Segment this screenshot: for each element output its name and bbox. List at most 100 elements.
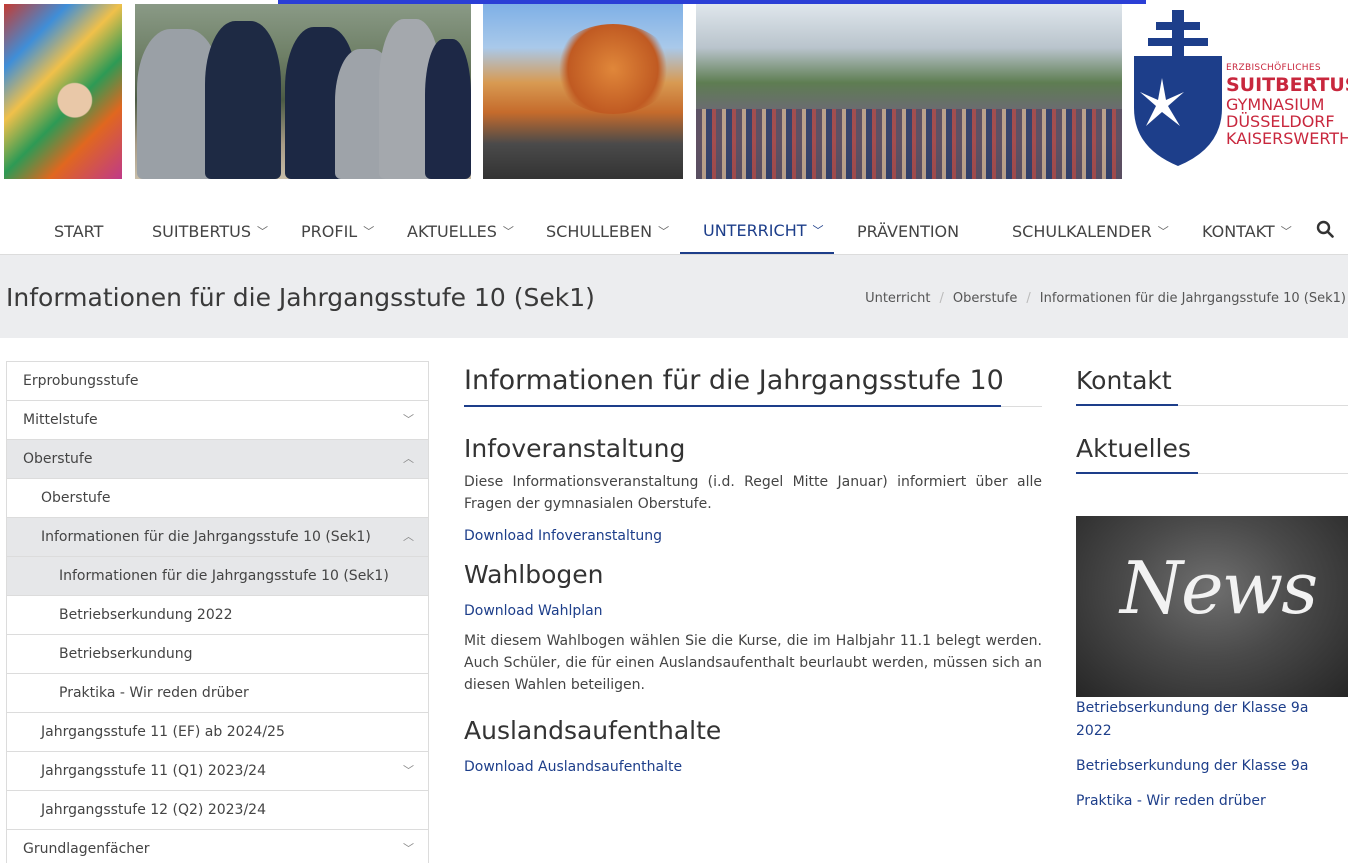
photo-hands-together [4, 4, 122, 179]
sidebar-item-grundlagenfaecher[interactable]: Grundlagenfächer ﹀ [7, 830, 428, 863]
breadcrumb-current: Informationen für die Jahrgangsstufe 10 … [1039, 291, 1346, 306]
logo-line: DÜSSELDORF [1226, 112, 1335, 131]
heading-underline [1076, 404, 1178, 406]
nav-item-kontakt[interactable]: KONTAKT ﹀ [1202, 210, 1292, 254]
section-text-infoveranstaltung: Diese Informationsveranstaltung (i.d. Re… [464, 474, 1042, 512]
chevron-up-icon[interactable]: ︿ [403, 440, 414, 478]
nav-item-unterricht[interactable]: UNTERRICHT ﹀ [680, 210, 834, 254]
student-figure [205, 21, 281, 179]
section-heading-infoveranstaltung: Infoveranstaltung [464, 434, 686, 463]
sidebar-item-praktika[interactable]: Praktika - Wir reden drüber [7, 674, 428, 713]
logo-wordmark: ERZBISCHÖFLICHES SUITBERTUS GYMNASIUM DÜ… [1226, 64, 1348, 148]
sidebar-item-label: Grundlagenfächer [23, 841, 150, 857]
school-logo[interactable]: ERZBISCHÖFLICHES SUITBERTUS GYMNASIUM DÜ… [1132, 8, 1348, 173]
chevron-down-icon: ﹀ [812, 224, 824, 237]
search-icon[interactable] [1316, 220, 1334, 238]
section-text-wahlbogen: Mit diesem Wahlbogen wählen Sie die Kurs… [464, 633, 1042, 693]
student-figure [425, 39, 471, 179]
chevron-down-icon[interactable]: ﹀ [403, 401, 414, 439]
logo-line: ERZBISCHÖFLICHES [1226, 63, 1321, 73]
cross-shield-icon [1134, 10, 1222, 166]
breadcrumb-separator: / [939, 291, 944, 306]
nav-label: SCHULKALENDER [1012, 222, 1152, 241]
sidebar-item-betriebserkundung-2022[interactable]: Betriebserkundung 2022 [7, 596, 428, 635]
nav-label: AKTUELLES [407, 222, 497, 241]
content-heading-text: Informationen für die Jahrgangsstufe 10 [464, 365, 1004, 396]
sidebar-item-jgst12-q2[interactable]: Jahrgangsstufe 12 (Q2) 2023/24 [7, 791, 428, 830]
sidebar-item-oberstufe-sub[interactable]: Oberstufe [7, 479, 428, 518]
sidebar-item-jgst10[interactable]: Informationen für die Jahrgangsstufe 10 … [7, 518, 428, 557]
download-infoveranstaltung-link[interactable]: Download Infoveranstaltung [464, 528, 662, 544]
nav-label: PROFIL [301, 222, 358, 241]
breadcrumb-separator: / [1026, 291, 1031, 306]
section-heading-auslandsaufenthalte: Auslandsaufenthalte [464, 716, 722, 745]
chevron-up-icon[interactable]: ︿ [403, 518, 414, 556]
news-link-praktika[interactable]: Praktika - Wir reden drüber [1076, 790, 1348, 813]
nav-item-suitbertus[interactable]: SUITBERTUS ﹀ [152, 210, 268, 254]
chevron-down-icon: ﹀ [1280, 225, 1292, 238]
nav-label: UNTERRICHT [703, 221, 807, 240]
page-title-band: Informationen für die Jahrgangsstufe 10 … [0, 254, 1348, 338]
heading-underline [1076, 472, 1198, 474]
breadcrumb-link-unterricht[interactable]: Unterricht [865, 291, 930, 306]
sidebar-item-label: Praktika - Wir reden drüber [59, 685, 249, 701]
logo-line: KAISERSWERTH [1226, 129, 1348, 148]
sidebar-item-label: Betriebserkundung [59, 646, 193, 662]
news-heading: Aktuelles [1076, 434, 1348, 474]
logo-line: SUITBERTUS [1226, 74, 1348, 96]
sidebar-item-label: Informationen für die Jahrgangsstufe 10 … [59, 568, 389, 584]
autumn-tree [553, 24, 673, 114]
sidebar-item-label: Jahrgangsstufe 11 (Q1) 2023/24 [41, 763, 266, 779]
nav-label: PRÄVENTION [857, 222, 960, 241]
sidebar-item-jgst10-info[interactable]: Informationen für die Jahrgangsstufe 10 … [7, 557, 428, 596]
section-heading-wahlbogen: Wahlbogen [464, 560, 604, 589]
page-title: Informationen für die Jahrgangsstufe 10 … [6, 283, 595, 312]
right-sidebar: Kontakt Aktuelles News Betriebserkundung… [1076, 366, 1348, 809]
news-image-lettering: News [1120, 546, 1318, 630]
breadcrumb-link-oberstufe[interactable]: Oberstufe [953, 291, 1018, 306]
nav-item-schulkalender[interactable]: SCHULKALENDER ﹀ [1012, 210, 1169, 254]
main-nav: START SUITBERTUS ﹀ PROFIL ﹀ AKTUELLES ﹀ SCH… [0, 210, 1348, 254]
news-list: Betriebserkundung der Klasse 9a 2022 Bet… [1076, 697, 1348, 813]
nav-item-praevention[interactable]: PRÄVENTION [857, 210, 959, 254]
nav-label: SCHULLEBEN [546, 222, 653, 241]
news-heading-text: Aktuelles [1076, 434, 1191, 463]
chevron-down-icon[interactable]: ﹀ [403, 830, 414, 863]
sidebar-item-jgst11-q1[interactable]: Jahrgangsstufe 11 (Q1) 2023/24 ﹀ [7, 752, 428, 791]
download-auslandsaufenthalte-link[interactable]: Download Auslandsaufenthalte [464, 759, 682, 775]
chevron-down-icon: ﹀ [257, 225, 269, 238]
contact-heading-text: Kontakt [1076, 366, 1172, 395]
sidebar-item-mittelstufe[interactable]: Mittelstufe ﹀ [7, 401, 428, 440]
sidebar-item-label: Informationen für die Jahrgangsstufe 10 … [41, 529, 371, 545]
crowd [696, 109, 1122, 179]
content-heading: Informationen für die Jahrgangsstufe 10 [464, 365, 1042, 407]
photo-schoolyard-crowd [696, 4, 1122, 179]
nav-item-schulleben[interactable]: SCHULLEBEN ﹀ [546, 210, 669, 254]
sidebar-item-erprobungsstufe[interactable]: Erprobungsstufe [7, 362, 428, 401]
chevron-down-icon: ﹀ [502, 225, 514, 238]
chevron-down-icon: ﹀ [658, 225, 670, 238]
news-image[interactable]: News [1076, 516, 1348, 697]
sidebar-item-label: Oberstufe [41, 490, 111, 506]
chevron-down-icon: ﹀ [363, 225, 375, 238]
chevron-down-icon: ﹀ [1157, 225, 1169, 238]
photo-students-hoodies [135, 4, 471, 179]
contact-heading: Kontakt [1076, 366, 1348, 406]
logo-line: GYMNASIUM [1226, 95, 1325, 114]
nav-label: KONTAKT [1202, 222, 1275, 241]
download-wahlplan-link[interactable]: Download Wahlplan [464, 603, 603, 619]
nav-item-profil[interactable]: PROFIL ﹀ [301, 210, 374, 254]
breadcrumb: Unterricht / Oberstufe / Informationen für d… [865, 291, 1346, 306]
news-link-betriebserkundung[interactable]: Betriebserkundung der Klasse 9a [1076, 755, 1348, 778]
sidebar-item-label: Jahrgangsstufe 12 (Q2) 2023/24 [41, 802, 266, 818]
chevron-down-icon[interactable]: ﹀ [403, 752, 414, 790]
news-link-betriebserkundung-2022[interactable]: Betriebserkundung der Klasse 9a 2022 [1076, 697, 1348, 743]
nav-item-start[interactable]: START [54, 210, 103, 254]
sidebar-item-betriebserkundung[interactable]: Betriebserkundung [7, 635, 428, 674]
sidebar-item-jgst11-ef[interactable]: Jahrgangsstufe 11 (EF) ab 2024/25 [7, 713, 428, 752]
nav-label: START [54, 222, 104, 241]
sidebar-item-label: Mittelstufe [23, 412, 98, 428]
heading-underline [464, 405, 1001, 407]
sidebar-item-oberstufe[interactable]: Oberstufe ︿ [7, 440, 428, 479]
nav-item-aktuelles[interactable]: AKTUELLES ﹀ [407, 210, 514, 254]
